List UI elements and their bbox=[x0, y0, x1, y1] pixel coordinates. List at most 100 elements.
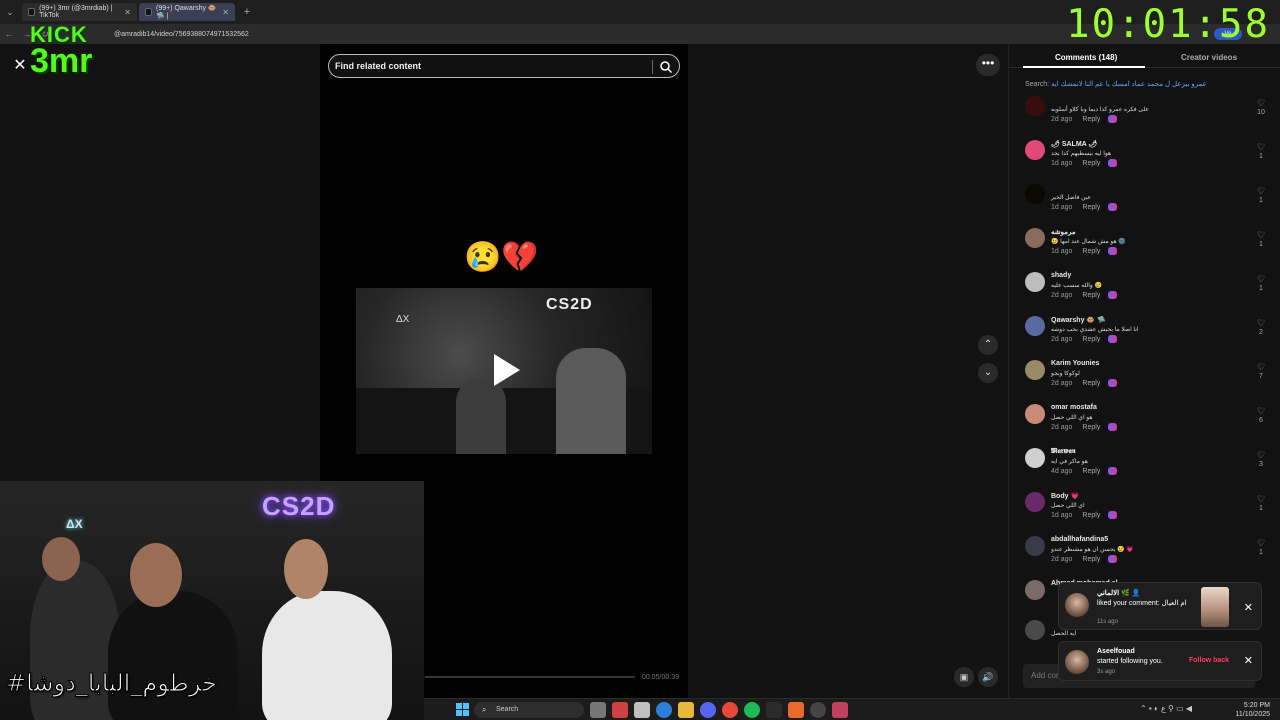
reply-button[interactable]: Reply bbox=[1082, 336, 1100, 343]
like-button[interactable]: ♡ 6 bbox=[1255, 406, 1267, 426]
edge-icon[interactable] bbox=[656, 702, 672, 718]
reply-button[interactable]: Reply bbox=[1082, 292, 1100, 299]
comment-item[interactable]: omar mostafa هو اي اللي حصل 2d ago Reply ♡ 6 bbox=[1023, 404, 1273, 444]
reply-button[interactable]: Reply bbox=[1082, 556, 1100, 563]
avatar[interactable] bbox=[1025, 140, 1045, 160]
comment-item[interactable]: 🌶 SALMA 🌶 هوا ليه بيسطيهم كدا بجد 1d ago Re… bbox=[1023, 140, 1273, 180]
comment-author[interactable]: Body 💗 bbox=[1051, 492, 1079, 500]
taskbar-clock[interactable]: 5:20 PM 11/10/2025 bbox=[1235, 701, 1270, 719]
comment-item[interactable]: مرموشه 😢 هو مش شمال عند امها 🌚 1d ago Reply… bbox=[1023, 228, 1273, 268]
discord-icon[interactable] bbox=[700, 702, 716, 718]
avatar[interactable] bbox=[1025, 536, 1045, 556]
previous-video-button[interactable]: ⌃ bbox=[978, 335, 998, 355]
reply-button[interactable]: Reply bbox=[1082, 380, 1100, 387]
like-button[interactable]: ♡ 1 bbox=[1255, 538, 1267, 558]
reply-button[interactable]: Reply bbox=[1082, 512, 1100, 519]
reaction-icon[interactable] bbox=[1108, 379, 1118, 387]
avatar[interactable] bbox=[1025, 404, 1045, 424]
video-progress-bar[interactable] bbox=[425, 676, 635, 678]
volume-icon[interactable]: 🔊 bbox=[978, 667, 998, 687]
reaction-icon[interactable] bbox=[1108, 247, 1118, 255]
avatar[interactable] bbox=[1025, 620, 1045, 640]
video-frame[interactable]: CS2D ΔX bbox=[356, 288, 652, 454]
comment-item[interactable]: abdallhafandina5 يحسن ان هو مشنظر عندو 😢 … bbox=[1023, 536, 1273, 576]
reaction-icon[interactable] bbox=[1108, 423, 1118, 431]
like-notification[interactable]: الالماني 🌿 👤 liked your comment: ام العي… bbox=[1058, 582, 1262, 630]
new-tab-button[interactable]: + bbox=[239, 3, 255, 21]
close-icon[interactable]: ✕ bbox=[10, 56, 30, 76]
reaction-icon[interactable] bbox=[1108, 291, 1118, 299]
like-button[interactable]: ♡ 1 bbox=[1255, 494, 1267, 514]
reaction-icon[interactable] bbox=[1108, 511, 1118, 519]
reply-button[interactable]: Reply bbox=[1082, 424, 1100, 431]
comment-author[interactable]: omar mostafa bbox=[1051, 404, 1097, 411]
media-app-icon[interactable] bbox=[612, 702, 628, 718]
close-tab-icon[interactable]: ✕ bbox=[124, 8, 131, 17]
reply-button[interactable]: Reply bbox=[1082, 160, 1100, 167]
comment-item[interactable]: shady والله سسب عليه 😢 2d ago Reply ♡ 1 bbox=[1023, 272, 1273, 312]
app-icon[interactable] bbox=[634, 702, 650, 718]
comment-author[interactable]: 𝕸𝖆𝖗𝖜𝖆𝖓 bbox=[1051, 448, 1075, 456]
tab-tiktok-qawarshy[interactable]: (99+) Qawarshy 🐵 🛸 | ✕ bbox=[139, 3, 235, 21]
search-icon[interactable] bbox=[659, 60, 673, 74]
like-button[interactable]: ♡ 1 bbox=[1255, 230, 1267, 250]
reply-button[interactable]: Reply bbox=[1082, 204, 1100, 211]
system-tray-icons[interactable]: ⌃ ▪ ◐ ع ⚲ ▭ ◀ bbox=[1140, 704, 1192, 713]
next-video-button[interactable]: ⌄ bbox=[978, 363, 998, 383]
avatar[interactable] bbox=[1025, 360, 1045, 380]
app-icon[interactable] bbox=[832, 702, 848, 718]
reaction-icon[interactable] bbox=[1108, 159, 1118, 167]
taskbar-search[interactable]: ⌕ Search bbox=[474, 702, 584, 718]
tab-tiktok-3mr[interactable]: (99+) 3mr (@3mrdiab) | TikTok ✕ bbox=[22, 3, 137, 21]
url-field[interactable]: @amradib14/video/7569388074971532562 bbox=[114, 31, 249, 38]
avatar[interactable] bbox=[1025, 448, 1045, 468]
spotify-icon[interactable] bbox=[744, 702, 760, 718]
app-icon[interactable] bbox=[788, 702, 804, 718]
avatar[interactable] bbox=[1025, 580, 1045, 600]
chrome-icon[interactable] bbox=[722, 702, 738, 718]
comment-item[interactable]: Qawarshy 🐵 🛸 انا اصلا ما بحبش عشدي بحب دو… bbox=[1023, 316, 1273, 356]
avatar[interactable] bbox=[1025, 272, 1045, 292]
comment-author[interactable]: Qawarshy 🐵 🛸 bbox=[1051, 316, 1106, 324]
like-button[interactable]: ♡ 1 bbox=[1255, 142, 1267, 162]
comment-author[interactable]: abdallhafandina5 bbox=[1051, 536, 1108, 543]
close-icon[interactable]: ✕ bbox=[1244, 654, 1253, 667]
comment-item[interactable]: Body 💗 اي اللي حصل 1d ago Reply ♡ 1 bbox=[1023, 492, 1273, 532]
reply-button[interactable]: Reply bbox=[1082, 116, 1100, 123]
windows-start-icon[interactable] bbox=[456, 703, 469, 716]
like-button[interactable]: ♡ 1 bbox=[1255, 186, 1267, 206]
avatar[interactable] bbox=[1025, 96, 1045, 116]
like-button[interactable]: ♡ 7 bbox=[1255, 362, 1267, 382]
comment-item[interactable]: Karim Younies لوكوكا ويجو 2d ago Reply ♡ 7 bbox=[1023, 360, 1273, 400]
tab-comments[interactable]: Comments (148) bbox=[1055, 53, 1117, 62]
back-arrow-icon[interactable]: ← bbox=[0, 29, 18, 39]
file-explorer-icon[interactable] bbox=[678, 702, 694, 718]
comment-author[interactable]: مرموشه bbox=[1051, 228, 1076, 236]
avatar[interactable] bbox=[1025, 184, 1045, 204]
steam-icon[interactable] bbox=[810, 702, 826, 718]
comment-search-hint[interactable]: Search: عمرو بيزعل ل محمد عماد امسك يا ع… bbox=[1025, 80, 1207, 88]
avatar[interactable] bbox=[1025, 316, 1045, 336]
close-icon[interactable]: ✕ bbox=[1244, 601, 1253, 614]
comment-author[interactable]: shady bbox=[1051, 272, 1071, 279]
reply-button[interactable]: Reply bbox=[1082, 248, 1100, 255]
task-view-icon[interactable] bbox=[590, 702, 606, 718]
comment-author[interactable]: Karim Younies bbox=[1051, 360, 1099, 367]
video-thumbnail[interactable] bbox=[1201, 587, 1229, 627]
reply-button[interactable]: Reply bbox=[1082, 468, 1100, 475]
comment-author[interactable]: 🌶 SALMA 🌶 bbox=[1051, 140, 1097, 148]
follow-back-button[interactable]: Follow back bbox=[1189, 657, 1229, 664]
reaction-icon[interactable] bbox=[1108, 335, 1118, 343]
follow-notification[interactable]: Aseelfouad started following you. 3s ago… bbox=[1058, 641, 1262, 681]
mini-player-icon[interactable]: ▣ bbox=[954, 667, 974, 687]
avatar[interactable] bbox=[1025, 228, 1045, 248]
comment-item[interactable]: عين فاضل الخير 1d ago Reply ♡ 1 bbox=[1023, 184, 1273, 224]
reaction-icon[interactable] bbox=[1108, 115, 1118, 123]
avatar[interactable] bbox=[1025, 492, 1045, 512]
close-tab-icon[interactable]: ✕ bbox=[222, 8, 229, 17]
terminal-icon[interactable] bbox=[766, 702, 782, 718]
tab-creator-videos[interactable]: Creator videos bbox=[1181, 53, 1237, 62]
comment-item[interactable]: 𝕸𝖆𝖗𝖜𝖆𝖓 هو ماكر في ايه 4d ago Reply ♡ 3 bbox=[1023, 448, 1273, 488]
reaction-icon[interactable] bbox=[1108, 555, 1118, 563]
like-button[interactable]: ♡ 1 bbox=[1255, 274, 1267, 294]
